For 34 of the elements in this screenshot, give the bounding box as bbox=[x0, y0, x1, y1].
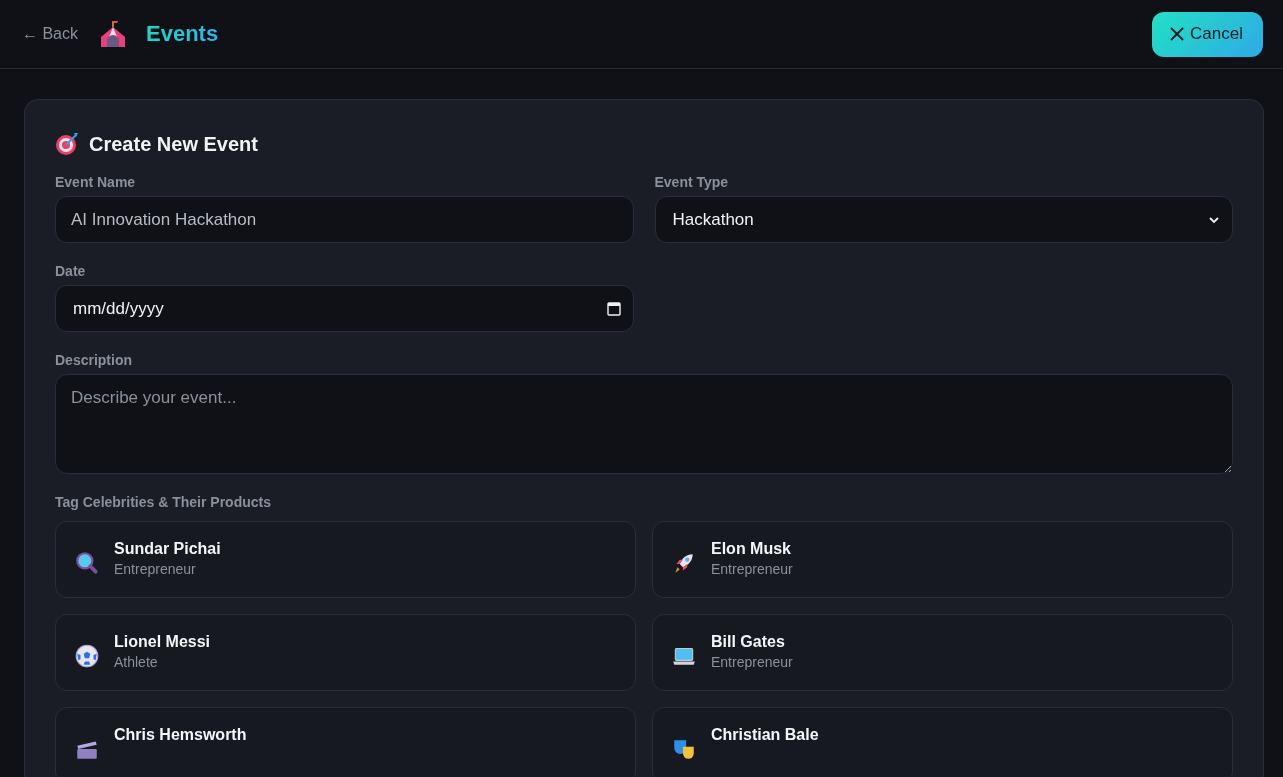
soccer-ball-icon bbox=[74, 643, 100, 669]
celebrity-role: Entrepreneur bbox=[711, 561, 793, 577]
event-type-select[interactable]: Hackathon bbox=[654, 196, 1233, 243]
target-icon bbox=[55, 132, 79, 156]
celebrity-card[interactable]: Sundar Pichai Entrepreneur bbox=[55, 521, 636, 598]
description-field[interactable]: Describe your event... bbox=[55, 374, 1233, 474]
celebrity-role: Entrepreneur bbox=[711, 654, 793, 670]
date-field[interactable]: mm/dd/yyyy bbox=[55, 285, 634, 332]
celebrity-card[interactable]: Christian Bale bbox=[652, 707, 1233, 777]
field-label: Event Type bbox=[654, 174, 730, 190]
celebrity-name: Elon Musk bbox=[711, 540, 792, 558]
celebrity-card[interactable]: Chris Hemsworth bbox=[55, 707, 636, 777]
section-label: Tag Celebrities & Their Products bbox=[55, 494, 272, 510]
field-label: Description bbox=[55, 352, 133, 368]
celebrity-name: Chris Hemsworth bbox=[114, 726, 247, 744]
back-link[interactable]: ← Back bbox=[22, 25, 78, 43]
form-title: Create New Event bbox=[89, 132, 258, 156]
celebrity-role: Entrepreneur bbox=[114, 561, 197, 577]
celebrity-name: Bill Gates bbox=[711, 633, 786, 651]
event-name-field[interactable]: AI Innovation Hackathon bbox=[55, 196, 634, 243]
celebrity-card[interactable]: Lionel Messi Athlete bbox=[55, 614, 636, 691]
magnifier-icon bbox=[74, 550, 100, 576]
field-label: Event Name bbox=[55, 174, 137, 190]
calendar-icon bbox=[606, 301, 621, 316]
celebrity-name: Lionel Messi bbox=[114, 633, 211, 651]
field-label: Date bbox=[55, 263, 87, 279]
celebrity-card[interactable]: Bill Gates Entrepreneur bbox=[652, 614, 1233, 691]
celebrity-name: Christian Bale bbox=[711, 726, 819, 744]
cancel-button[interactable]: Cancel bbox=[1152, 11, 1263, 57]
celebrity-role: Athlete bbox=[114, 654, 159, 670]
circus-tent-icon bbox=[98, 19, 128, 49]
close-icon bbox=[1170, 27, 1185, 41]
celebrity-card[interactable]: Elon Musk Entrepreneur bbox=[652, 521, 1233, 598]
celebrity-name: Sundar Pichai bbox=[114, 540, 221, 558]
